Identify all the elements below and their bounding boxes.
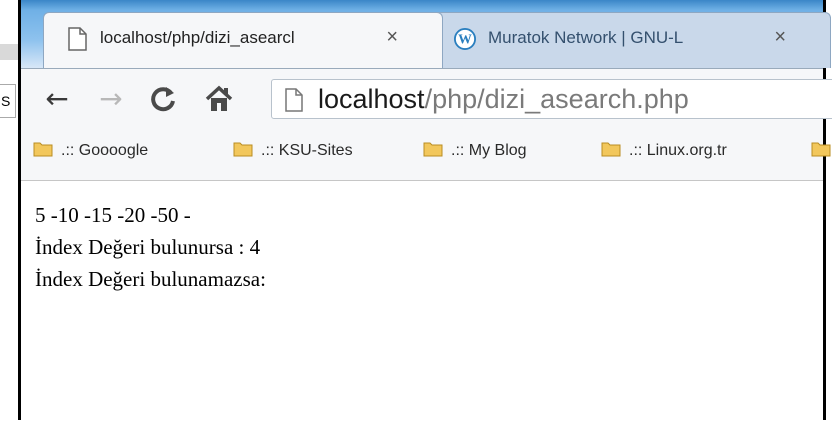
url-text: localhost/php/dizi_asearch.php	[318, 84, 689, 115]
tab-title: Muratok Network | GNU-L	[488, 28, 684, 47]
bookmark-ksu-sites[interactable]: .:: KSU-Sites	[233, 141, 353, 160]
browser-window: localhost/php/dizi_asearcl × W Muratok N…	[18, 0, 832, 420]
bookmark-linux-org-tr[interactable]: .:: Linux.org.tr	[601, 141, 727, 160]
back-button[interactable]: ←	[39, 81, 75, 117]
array-output: 5 -10 -15 -20 -50 -	[35, 203, 191, 227]
bookmark-label: .:: Linux.org.tr	[629, 142, 727, 159]
folder-icon	[811, 142, 831, 157]
folder-icon	[233, 142, 253, 157]
bookmark-my-blog[interactable]: .:: My Blog	[423, 141, 527, 160]
tab-title: localhost/php/dizi_asearcl	[100, 28, 295, 47]
background-input: S	[0, 84, 16, 118]
bookmarks-bar: .:: Goooogle .:: KSU-Sites .:: My Blog .…	[21, 128, 831, 181]
index-found-line: İndex Değeri bulunursa : 4	[35, 235, 261, 259]
url-path: /php/dizi_asearch.php	[424, 84, 689, 114]
tab-localhost[interactable]: localhost/php/dizi_asearcl ×	[43, 12, 443, 68]
page-icon	[285, 88, 303, 112]
url-host: localhost	[318, 84, 425, 114]
close-icon[interactable]: ×	[774, 26, 786, 49]
index-not-found-line: İndex Değeri bulunamazsa:	[35, 267, 266, 291]
bookmark-overflow[interactable]	[811, 141, 832, 160]
page-icon	[68, 27, 87, 51]
bookmark-label: .:: My Blog	[451, 142, 527, 159]
bookmark-label: .:: KSU-Sites	[261, 142, 353, 159]
wordpress-icon: W	[454, 28, 476, 50]
tab-muratok[interactable]: W Muratok Network | GNU-L ×	[431, 12, 831, 68]
bookmark-label: .:: Goooogle	[61, 142, 149, 159]
address-bar[interactable]: localhost/php/dizi_asearch.php	[271, 79, 832, 119]
toolbar: ← → localhost/php/dizi_asearch.php	[21, 68, 832, 129]
svg-text:W: W	[458, 32, 472, 47]
forward-button[interactable]: →	[93, 81, 129, 117]
reload-button[interactable]	[145, 81, 181, 117]
reload-icon	[151, 87, 175, 112]
home-button[interactable]	[201, 81, 237, 117]
bookmark-goooogle[interactable]: .:: Goooogle	[33, 141, 148, 160]
folder-icon	[33, 142, 53, 157]
page-content: 5 -10 -15 -20 -50 - İndex Değeri bulunur…	[21, 181, 823, 420]
folder-icon	[601, 142, 621, 157]
home-icon	[205, 85, 233, 111]
close-icon[interactable]: ×	[386, 26, 398, 49]
folder-icon	[423, 142, 443, 157]
tab-strip: localhost/php/dizi_asearcl × W Muratok N…	[21, 0, 831, 68]
